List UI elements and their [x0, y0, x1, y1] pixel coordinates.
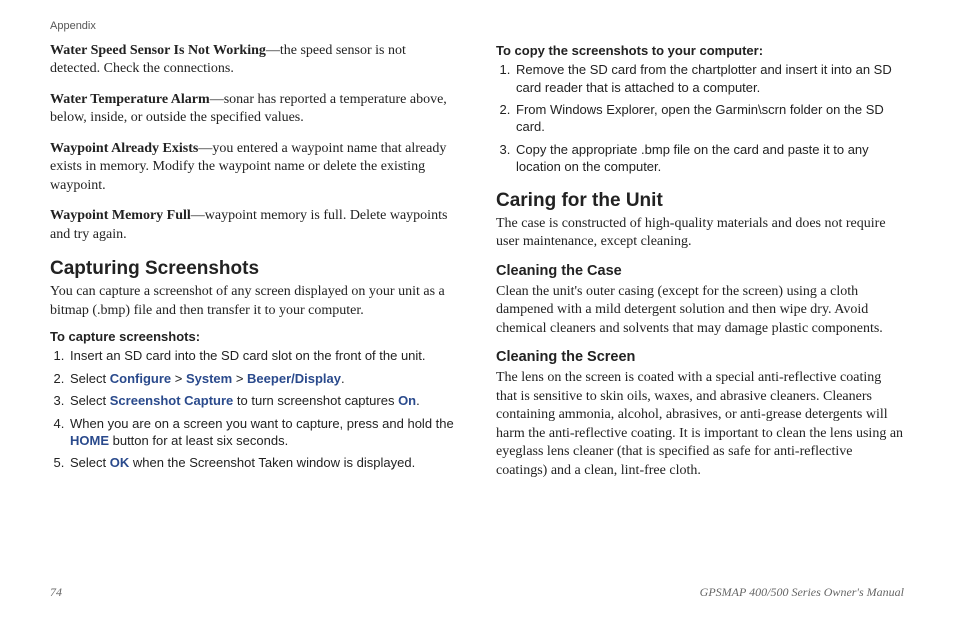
button-ok: OK [110, 455, 130, 470]
text: to turn screenshot captures [233, 393, 398, 408]
def-term: Water Speed Sensor Is Not Working [50, 43, 266, 58]
right-column: To copy the screenshots to your computer… [496, 42, 904, 578]
list-item: Select Configure > System > Beeper/Displ… [68, 370, 458, 387]
definition-entry: Waypoint Memory Full—waypoint memory is … [50, 207, 458, 244]
text: . [416, 393, 420, 408]
option-on: On [398, 393, 416, 408]
procedure-title-copy: To copy the screenshots to your computer… [496, 42, 904, 59]
list-item: Insert an SD card into the SD card slot … [68, 347, 458, 364]
section-intro: You can capture a screenshot of any scre… [50, 283, 458, 320]
text: Select [70, 393, 110, 408]
manual-title: GPSMAP 400/500 Series Owner's Manual [700, 585, 904, 600]
section-heading-screenshots: Capturing Screenshots [50, 256, 458, 281]
list-item: Remove the SD card from the chartplotter… [514, 61, 904, 96]
section-heading-caring: Caring for the Unit [496, 188, 904, 213]
text: > [171, 371, 186, 386]
procedure-steps-copy: Remove the SD card from the chartplotter… [496, 61, 904, 175]
procedure-steps-capture: Insert an SD card into the SD card slot … [50, 347, 458, 471]
def-term: Water Temperature Alarm [50, 92, 210, 107]
def-term: Waypoint Memory Full [50, 208, 191, 223]
def-term: Waypoint Already Exists [50, 141, 198, 156]
menu-path-beeper-display: Beeper/Display [247, 371, 341, 386]
page-number: 74 [50, 585, 62, 600]
body-clean-case: Clean the unit's outer casing (except fo… [496, 283, 904, 338]
list-item: When you are on a screen you want to cap… [68, 415, 458, 450]
text: Select [70, 455, 110, 470]
subheading-clean-case: Cleaning the Case [496, 262, 904, 281]
text: button for at least six seconds. [109, 433, 288, 448]
text: > [232, 371, 247, 386]
body-clean-screen: The lens on the screen is coated with a … [496, 369, 904, 480]
list-item: Select OK when the Screenshot Taken wind… [68, 454, 458, 471]
list-item: Select Screenshot Capture to turn screen… [68, 392, 458, 409]
list-item: Copy the appropriate .bmp file on the ca… [514, 141, 904, 176]
list-item: From Windows Explorer, open the Garmin\s… [514, 101, 904, 136]
menu-path-system: System [186, 371, 232, 386]
running-header: Appendix [50, 20, 904, 32]
definition-entry: Water Speed Sensor Is Not Working—the sp… [50, 42, 458, 79]
left-column: Water Speed Sensor Is Not Working—the sp… [50, 42, 458, 578]
page-footer: 74 GPSMAP 400/500 Series Owner's Manual [50, 585, 904, 600]
subheading-clean-screen: Cleaning the Screen [496, 348, 904, 367]
text: . [341, 371, 345, 386]
page-columns: Water Speed Sensor Is Not Working—the sp… [50, 42, 904, 578]
text: When you are on a screen you want to cap… [70, 416, 454, 431]
section-intro-caring: The case is constructed of high-quality … [496, 215, 904, 252]
option-screenshot-capture: Screenshot Capture [110, 393, 234, 408]
procedure-title-capture: To capture screenshots: [50, 328, 458, 345]
text: when the Screenshot Taken window is disp… [129, 455, 415, 470]
button-home: HOME [70, 433, 109, 448]
definition-entry: Water Temperature Alarm—sonar has report… [50, 91, 458, 128]
definition-entry: Waypoint Already Exists—you entered a wa… [50, 140, 458, 195]
text: Select [70, 371, 110, 386]
menu-path-configure: Configure [110, 371, 171, 386]
